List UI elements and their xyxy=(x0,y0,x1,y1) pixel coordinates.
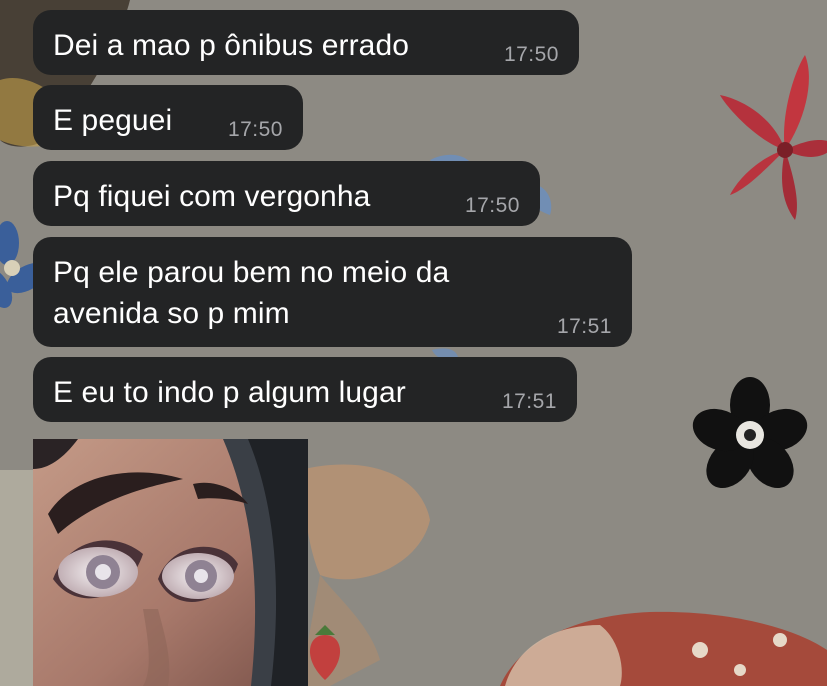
sticker-image[interactable] xyxy=(33,439,308,686)
message-bubble[interactable]: E eu to indo p algum lugar 17:51 xyxy=(33,357,577,422)
message-bubble[interactable]: Dei a mao p ônibus errado 17:50 xyxy=(33,10,579,75)
message-bubble[interactable]: E peguei 17:50 xyxy=(33,85,303,150)
message-bubble[interactable]: Pq fiquei com vergonha 17:50 xyxy=(33,161,540,226)
message-text-line: avenida so p mim xyxy=(53,297,290,330)
face-eyes-sticker-icon xyxy=(33,439,308,686)
lily-decoration xyxy=(720,55,827,220)
message-text-line: Pq ele parou bem no meio da xyxy=(53,256,450,289)
message-text: Pq fiquei com vergonha xyxy=(53,180,371,213)
message-timestamp: 17:50 xyxy=(227,118,283,141)
message-bubble[interactable]: Pq ele parou bem no meio da avenida so p… xyxy=(33,237,632,347)
message-timestamp: 17:50 xyxy=(464,194,520,217)
message-text: E peguei xyxy=(53,104,173,137)
message-timestamp: 17:51 xyxy=(556,315,612,338)
black-flower-decoration xyxy=(692,377,808,489)
message-text: Dei a mao p ônibus errado xyxy=(53,29,410,62)
message-text: E eu to indo p algum lugar xyxy=(53,376,406,409)
message-timestamp: 17:51 xyxy=(501,390,557,413)
message-timestamp: 17:50 xyxy=(503,43,559,66)
red-fabric-decoration xyxy=(500,611,827,686)
